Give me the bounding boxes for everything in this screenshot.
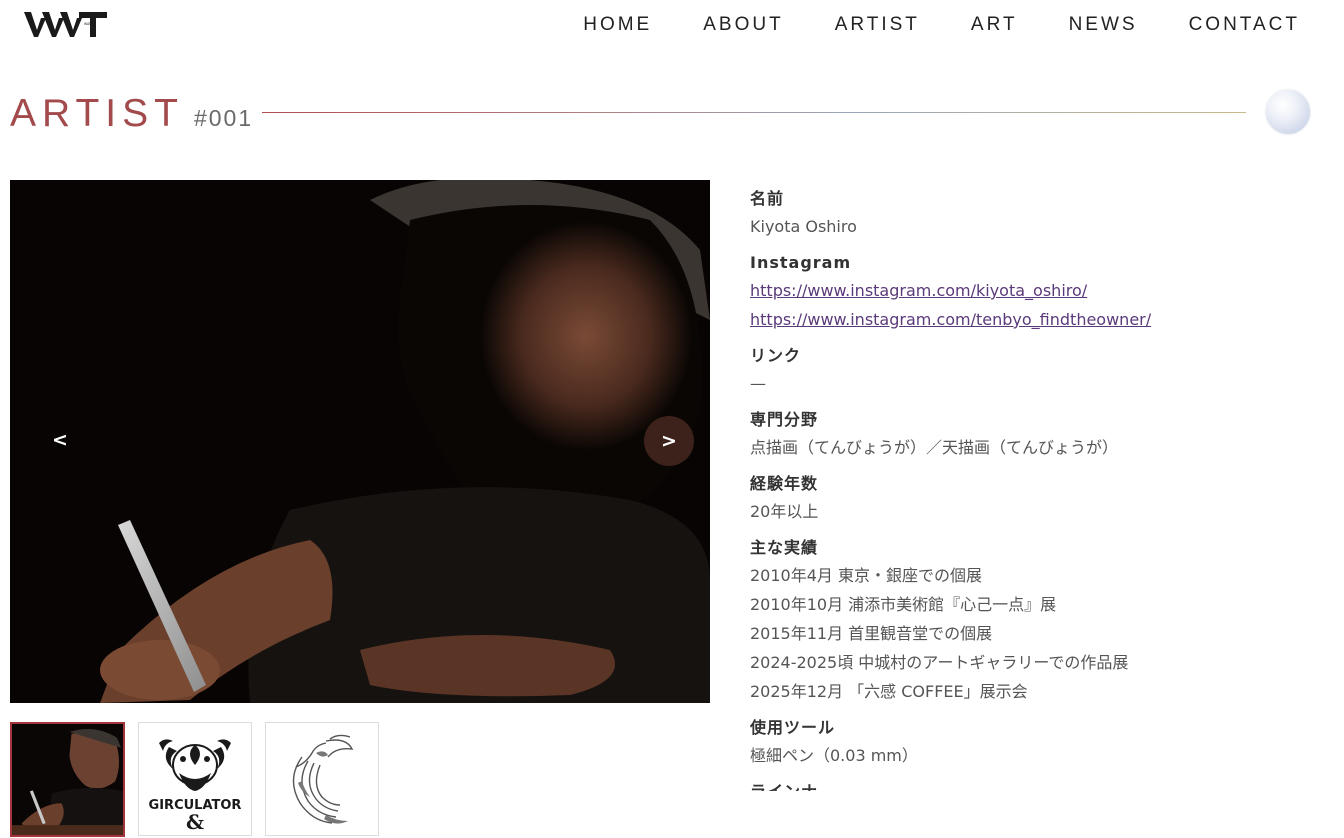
field-label: 専門分野 (750, 410, 819, 429)
thumbnail-1[interactable] (10, 722, 125, 837)
thumbnail-photo (12, 724, 123, 835)
main-nav: HOME ABOUT ARTIST ART NEWS CONTACT (583, 13, 1300, 37)
artist-number: #001 (193, 105, 254, 131)
field-value: 点描画（てんびょうが）／天描画（てんびょうが） (750, 438, 1119, 457)
achievements-block: 主な実績 2010年4月 東京・銀座での個展 2010年10月 浦添市美術館『心… (750, 535, 1310, 706)
nav-contact[interactable]: CONTACT (1189, 13, 1300, 37)
achievement-item: 2010年10月 浦添市美術館『心己一点』展 (750, 595, 1057, 614)
achievements-label: 主な実績 (750, 538, 819, 557)
title-divider (262, 112, 1246, 113)
nav-art[interactable]: ART (971, 13, 1018, 37)
years-value: 20年以上 (750, 502, 819, 521)
link-value: — (750, 374, 766, 393)
nav-about[interactable]: ABOUT (703, 13, 783, 37)
instagram-link-1[interactable]: https://www.instagram.com/kiyota_oshiro/ (750, 276, 1310, 305)
svg-text:&: & (186, 810, 204, 834)
link-label: リンク (750, 346, 802, 365)
thumbnail-3[interactable] (265, 722, 379, 836)
instagram-block: Instagram https://www.instagram.com/kiyo… (750, 250, 1310, 334)
artist-photo (10, 180, 710, 703)
artist-name: Kiyota Oshiro (750, 217, 857, 236)
instagram-link-2[interactable]: https://www.instagram.com/tenbyo_findthe… (750, 305, 1310, 334)
nav-artist[interactable]: ARTIST (835, 13, 920, 37)
name-label: 名前 (750, 189, 785, 208)
site-logo[interactable]: WAT (24, 10, 108, 38)
girculator-logo-thumb: GIRCULATOR & (139, 723, 251, 835)
link-block: リンク — (750, 343, 1310, 398)
lineup-label: ラインナ (750, 779, 1310, 791)
years-label: 経験年数 (750, 474, 819, 493)
next-slide-button[interactable]: > (644, 416, 694, 466)
artist-profile: 名前 Kiyota Oshiro Instagram https://www.i… (750, 186, 1310, 791)
tools-label: 使用ツール (750, 718, 836, 737)
achievement-item: 2015年11月 首里観音堂での個展 (750, 624, 993, 643)
thumbnail-2[interactable]: GIRCULATOR & (138, 722, 252, 836)
name-block: 名前 Kiyota Oshiro (750, 186, 1310, 241)
instagram-label: Instagram (750, 253, 852, 272)
page-title: ARTIST #001 (10, 90, 253, 138)
tools-value: 極細ペン（0.03 mm） (750, 746, 918, 765)
artwork-thumb (266, 723, 378, 835)
field-block: 専門分野 点描画（てんびょうが）／天描画（てんびょうが） (750, 407, 1310, 462)
tools-block: 使用ツール 極細ペン（0.03 mm） (750, 715, 1310, 770)
years-block: 経験年数 20年以上 (750, 471, 1310, 526)
svg-text:WAT: WAT (84, 22, 91, 26)
nav-news[interactable]: NEWS (1069, 13, 1138, 37)
page-title-text: ARTIST (10, 92, 184, 135)
achievement-item: 2010年4月 東京・銀座での個展 (750, 566, 982, 585)
logo-mark: WAT (24, 12, 107, 37)
achievement-item: 2025年12月 「六感 COFFEE」展示会 (750, 682, 1028, 701)
artist-photo-slider[interactable]: < > (10, 180, 710, 703)
decorative-bubble (1266, 90, 1310, 134)
prev-slide-button[interactable]: < (38, 418, 82, 462)
achievement-item: 2024-2025頃 中城村のアートギャラリーでの作品展 (750, 653, 1129, 672)
nav-home[interactable]: HOME (583, 13, 652, 37)
